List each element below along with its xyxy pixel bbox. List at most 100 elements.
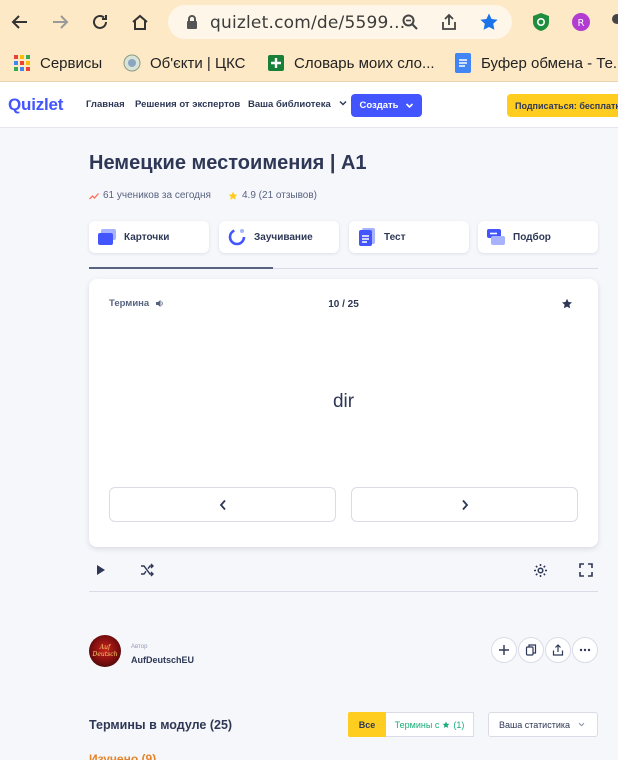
mode-label: Тест <box>384 231 406 243</box>
globe-icon <box>122 53 142 73</box>
reload-icon <box>93 14 107 29</box>
back-button[interactable] <box>8 10 32 34</box>
star-icon <box>442 721 450 728</box>
chevron-left-icon <box>219 499 226 510</box>
set-title: Немецкие местоимения | A1 <box>89 152 367 174</box>
bookmark-label: Сервисы <box>40 54 103 72</box>
filter-all-button[interactable]: Все <box>348 712 386 737</box>
shuffle-icon <box>141 563 154 577</box>
mode-learn[interactable]: Заучивание <box>219 221 339 253</box>
filter-starred-button[interactable]: Термины с (1) <box>386 712 474 737</box>
puzzle-extension-icon[interactable] <box>606 11 618 33</box>
nav-library-label: Ваша библиотека <box>248 99 331 110</box>
rating-star-icon <box>228 191 238 200</box>
chevron-down-icon <box>578 722 585 727</box>
more-options-button[interactable] <box>572 637 598 663</box>
learned-heading: Изучено (9) <box>89 752 157 760</box>
forward-button[interactable] <box>48 10 72 34</box>
fullscreen-button[interactable] <box>577 561 595 579</box>
mode-match[interactable]: Подбор <box>478 221 598 253</box>
zoom-icon[interactable] <box>400 12 420 32</box>
subscribe-button[interactable]: Подписаться: бесплатно <box>507 94 618 117</box>
sheets-icon <box>266 53 286 73</box>
more-horizontal-icon <box>579 648 591 652</box>
mode-label: Заучивание <box>254 231 313 243</box>
nav-expert-solutions[interactable]: Решения от экспертов <box>135 99 240 110</box>
flashcards-icon <box>98 228 116 246</box>
author-caption: Автор <box>131 644 148 650</box>
copy-button[interactable] <box>518 637 544 663</box>
bookmark-star-icon[interactable] <box>479 12 499 32</box>
home-button[interactable] <box>128 10 152 34</box>
shuffle-button[interactable] <box>138 561 156 579</box>
flashcard[interactable]: Термина 10 / 25 dir <box>89 279 598 547</box>
site-header: Quizlet Главная Решения от экспертов Ваш… <box>0 82 618 128</box>
gear-icon <box>533 563 547 577</box>
plus-icon <box>499 645 509 655</box>
section-divider <box>89 591 598 592</box>
bookmark-dictionary[interactable]: Словарь моих сло... <box>266 51 435 75</box>
learners-text: 61 учеников за сегодня <box>103 190 211 201</box>
trending-icon <box>89 192 99 199</box>
home-icon <box>132 14 148 30</box>
match-icon <box>487 228 505 246</box>
filter-starred-count: (1) <box>453 719 465 730</box>
share-icon[interactable] <box>439 12 459 32</box>
apps-grid-icon <box>12 53 32 73</box>
test-icon <box>358 228 376 246</box>
create-button-label: Создать <box>359 100 399 111</box>
fullscreen-icon <box>579 563 593 577</box>
bookmark-clipboard[interactable]: Буфер обмена - Те... <box>453 51 618 75</box>
chevron-down-icon <box>405 103 413 109</box>
filter-starred-label: Термины с <box>394 719 440 730</box>
nav-library[interactable]: Ваша библиотека <box>248 99 347 110</box>
bookmarks-bar: Сервисы Об'єкти | ЦКС Словарь моих сло..… <box>0 44 618 82</box>
chevron-down-icon <box>339 101 347 106</box>
mode-label: Подбор <box>513 231 551 243</box>
avatar-text: Auf Deutsch <box>92 644 118 658</box>
url-text: quizlet.com/de/5599... <box>210 13 406 33</box>
prev-card-button[interactable] <box>109 487 336 522</box>
mode-label: Карточки <box>124 231 170 243</box>
card-term: dir <box>332 391 355 412</box>
bookmark-objects[interactable]: Об'єкти | ЦКС <box>122 51 246 75</box>
arrow-left-icon <box>11 15 27 29</box>
terms-title: Термины в модуле (25) <box>89 718 233 732</box>
tab-active-indicator <box>89 267 273 269</box>
mode-test[interactable]: Тест <box>349 221 469 253</box>
stats-dropdown[interactable]: Ваша статистика <box>488 712 598 737</box>
learners-count: 61 учеников за сегодня <box>89 190 211 201</box>
arrow-right-icon <box>53 15 69 29</box>
add-to-folder-button[interactable] <box>491 637 517 663</box>
stats-label: Ваша статистика <box>499 719 571 730</box>
next-card-button[interactable] <box>351 487 578 522</box>
author-name[interactable]: AufDeutschEU <box>131 655 194 665</box>
docs-icon <box>453 53 473 73</box>
bookmark-label: Об'єкти | ЦКС <box>150 54 246 72</box>
shield-extension-icon[interactable] <box>530 11 552 33</box>
share-button[interactable] <box>545 637 571 663</box>
quizlet-logo[interactable]: Quizlet <box>8 95 63 115</box>
nav-home[interactable]: Главная <box>86 99 125 110</box>
card-counter: 10 / 25 <box>328 299 359 310</box>
reload-button[interactable] <box>88 10 112 34</box>
share-icon <box>552 644 564 656</box>
bookmark-label: Словарь моих сло... <box>294 54 435 72</box>
learn-icon <box>228 228 246 246</box>
browser-toolbar: quizlet.com/de/5599... R <box>0 0 618 44</box>
svg-text:R: R <box>578 18 585 29</box>
card-star-icon[interactable] <box>561 297 575 311</box>
chevron-right-icon <box>461 499 468 510</box>
address-bar[interactable]: quizlet.com/de/5599... <box>168 5 512 39</box>
profile-extension-icon[interactable]: R <box>570 11 592 33</box>
rating-text: 4.9 (21 отзывов) <box>242 190 318 201</box>
rating[interactable]: 4.9 (21 отзывов) <box>228 190 317 201</box>
bookmark-services[interactable]: Сервисы <box>12 51 102 75</box>
copy-icon <box>525 644 537 656</box>
play-button[interactable] <box>92 561 110 579</box>
author-avatar[interactable]: Auf Deutsch <box>89 635 121 667</box>
bookmark-label: Буфер обмена - Те... <box>481 54 618 72</box>
create-button[interactable]: Создать <box>351 94 422 117</box>
mode-flashcards[interactable]: Карточки <box>89 221 209 253</box>
settings-button[interactable] <box>531 561 549 579</box>
